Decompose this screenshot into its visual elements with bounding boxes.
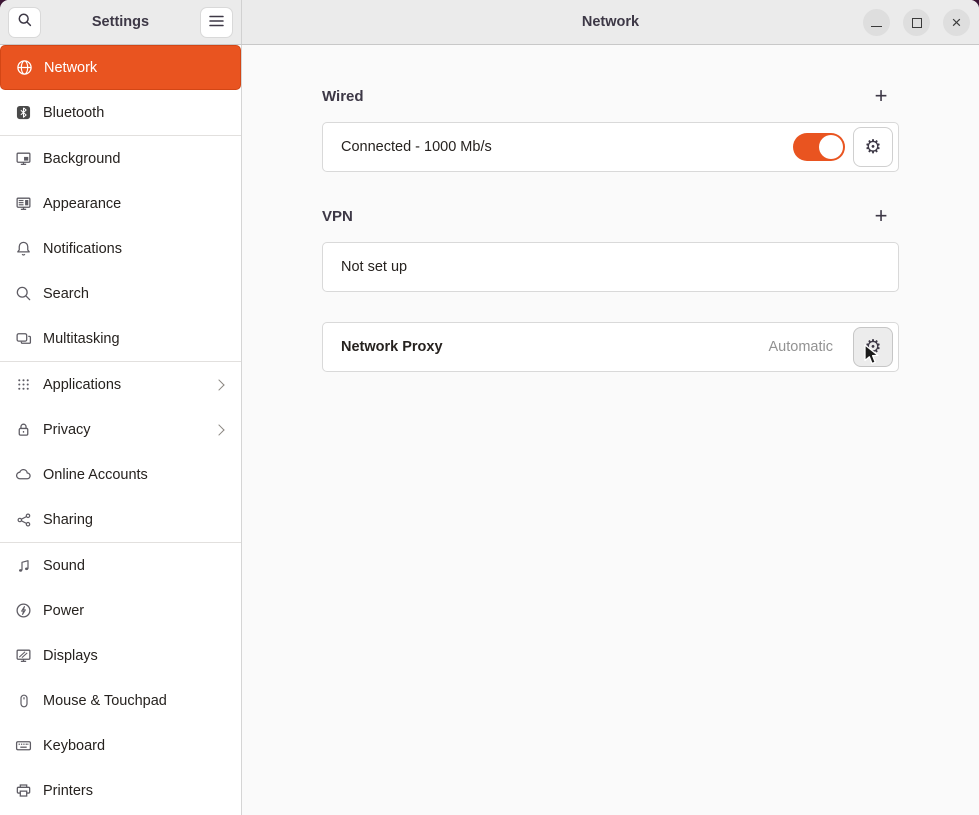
sidebar-item-keyboard[interactable]: Keyboard bbox=[0, 723, 241, 768]
close-icon: × bbox=[952, 14, 962, 31]
sidebar-item-label: Sound bbox=[43, 558, 85, 574]
sidebar-item-label: Mouse & Touchpad bbox=[43, 693, 167, 709]
network-panel: Wired + Connected - 1000 Mb/s ⚙ VPN + No… bbox=[242, 45, 979, 815]
app-title: Settings bbox=[92, 14, 149, 30]
sidebar-item-applications[interactable]: Applications bbox=[0, 362, 241, 407]
chevron-right-icon bbox=[213, 424, 224, 435]
bell-icon bbox=[15, 240, 32, 257]
appearance-icon bbox=[15, 195, 32, 212]
headerbar: Settings Network × bbox=[0, 0, 979, 45]
network-proxy-row[interactable]: Network Proxy Automatic ⚙ bbox=[322, 322, 899, 372]
sidebar-item-label: Displays bbox=[43, 648, 98, 664]
sidebar-item-search[interactable]: Search bbox=[0, 271, 241, 316]
printer-icon bbox=[15, 782, 32, 799]
gear-icon: ⚙ bbox=[864, 136, 881, 158]
search-icon bbox=[15, 285, 32, 302]
sidebar-item-network[interactable]: Network bbox=[0, 45, 241, 90]
sidebar-item-label: Multitasking bbox=[43, 331, 120, 347]
cloud-icon bbox=[15, 466, 32, 483]
sidebar-item-label: Search bbox=[43, 286, 89, 302]
page-title: Network bbox=[582, 14, 639, 30]
minimize-button[interactable] bbox=[863, 9, 890, 36]
sidebar-item-label: Background bbox=[43, 151, 120, 167]
maximize-button[interactable] bbox=[903, 9, 930, 36]
sidebar: Network Bluetooth Background Appeara bbox=[0, 45, 242, 815]
toggle-knob bbox=[819, 135, 843, 159]
sidebar-item-label: Sharing bbox=[43, 512, 93, 528]
sidebar-item-label: Keyboard bbox=[43, 738, 105, 754]
sidebar-item-label: Bluetooth bbox=[43, 105, 104, 121]
sidebar-item-label: Network bbox=[44, 60, 97, 76]
sidebar-item-online-accounts[interactable]: Online Accounts bbox=[0, 452, 241, 497]
vpn-status-row: Not set up bbox=[322, 242, 899, 292]
proxy-label: Network Proxy bbox=[341, 339, 769, 355]
sidebar-item-printers[interactable]: Printers bbox=[0, 768, 241, 813]
sidebar-item-sharing[interactable]: Sharing bbox=[0, 497, 241, 542]
power-icon bbox=[15, 602, 32, 619]
sidebar-item-multitasking[interactable]: Multitasking bbox=[0, 316, 241, 361]
keyboard-icon bbox=[15, 737, 32, 754]
proxy-value: Automatic bbox=[769, 339, 833, 355]
background-icon bbox=[15, 150, 32, 167]
minimize-icon bbox=[871, 26, 882, 27]
settings-window: Settings Network × Network bbox=[0, 0, 979, 815]
headerbar-left: Settings bbox=[0, 0, 242, 44]
vpn-section-header: VPN + bbox=[322, 207, 899, 225]
sidebar-item-notifications[interactable]: Notifications bbox=[0, 226, 241, 271]
add-wired-connection-button[interactable]: + bbox=[866, 81, 896, 111]
display-icon bbox=[15, 647, 32, 664]
sidebar-item-label: Applications bbox=[43, 377, 121, 393]
sidebar-item-background[interactable]: Background bbox=[0, 136, 241, 181]
wired-heading: Wired bbox=[322, 88, 364, 105]
wired-status-label: Connected - 1000 Mb/s bbox=[341, 139, 793, 155]
bluetooth-icon bbox=[15, 104, 32, 121]
note-icon bbox=[15, 557, 32, 574]
hamburger-icon bbox=[209, 14, 224, 32]
mouse-icon bbox=[15, 692, 32, 709]
windows-icon bbox=[15, 330, 32, 347]
primary-menu-button[interactable] bbox=[200, 7, 233, 38]
sidebar-item-label: Printers bbox=[43, 783, 93, 799]
sidebar-item-privacy[interactable]: Privacy bbox=[0, 407, 241, 452]
headerbar-right: Network × bbox=[242, 0, 979, 44]
share-icon bbox=[15, 511, 32, 528]
wired-connection-row[interactable]: Connected - 1000 Mb/s ⚙ bbox=[322, 122, 899, 172]
add-vpn-button[interactable]: + bbox=[866, 201, 896, 231]
wired-toggle[interactable] bbox=[793, 133, 845, 161]
lock-icon bbox=[15, 421, 32, 438]
maximize-icon bbox=[912, 18, 922, 28]
sidebar-item-label: Power bbox=[43, 603, 84, 619]
sidebar-item-label: Online Accounts bbox=[43, 467, 148, 483]
sidebar-item-appearance[interactable]: Appearance bbox=[0, 181, 241, 226]
sidebar-item-bluetooth[interactable]: Bluetooth bbox=[0, 90, 241, 135]
wired-options-button[interactable]: ⚙ bbox=[853, 127, 893, 167]
wired-section-header: Wired + bbox=[322, 87, 899, 105]
vpn-status-label: Not set up bbox=[341, 259, 893, 275]
sidebar-item-label: Appearance bbox=[43, 196, 121, 212]
close-button[interactable]: × bbox=[943, 9, 970, 36]
chevron-right-icon bbox=[213, 379, 224, 390]
sidebar-item-power[interactable]: Power bbox=[0, 588, 241, 633]
sidebar-item-sound[interactable]: Sound bbox=[0, 543, 241, 588]
search-button[interactable] bbox=[8, 7, 41, 38]
grid-icon bbox=[15, 376, 32, 393]
proxy-options-button[interactable]: ⚙ bbox=[853, 327, 893, 367]
sidebar-item-label: Privacy bbox=[43, 422, 91, 438]
sidebar-item-label: Notifications bbox=[43, 241, 122, 257]
sidebar-item-mouse-touchpad[interactable]: Mouse & Touchpad bbox=[0, 678, 241, 723]
globe-icon bbox=[16, 59, 33, 76]
vpn-heading: VPN bbox=[322, 208, 353, 225]
sidebar-item-displays[interactable]: Displays bbox=[0, 633, 241, 678]
gear-icon: ⚙ bbox=[864, 336, 881, 358]
search-icon bbox=[17, 12, 33, 33]
